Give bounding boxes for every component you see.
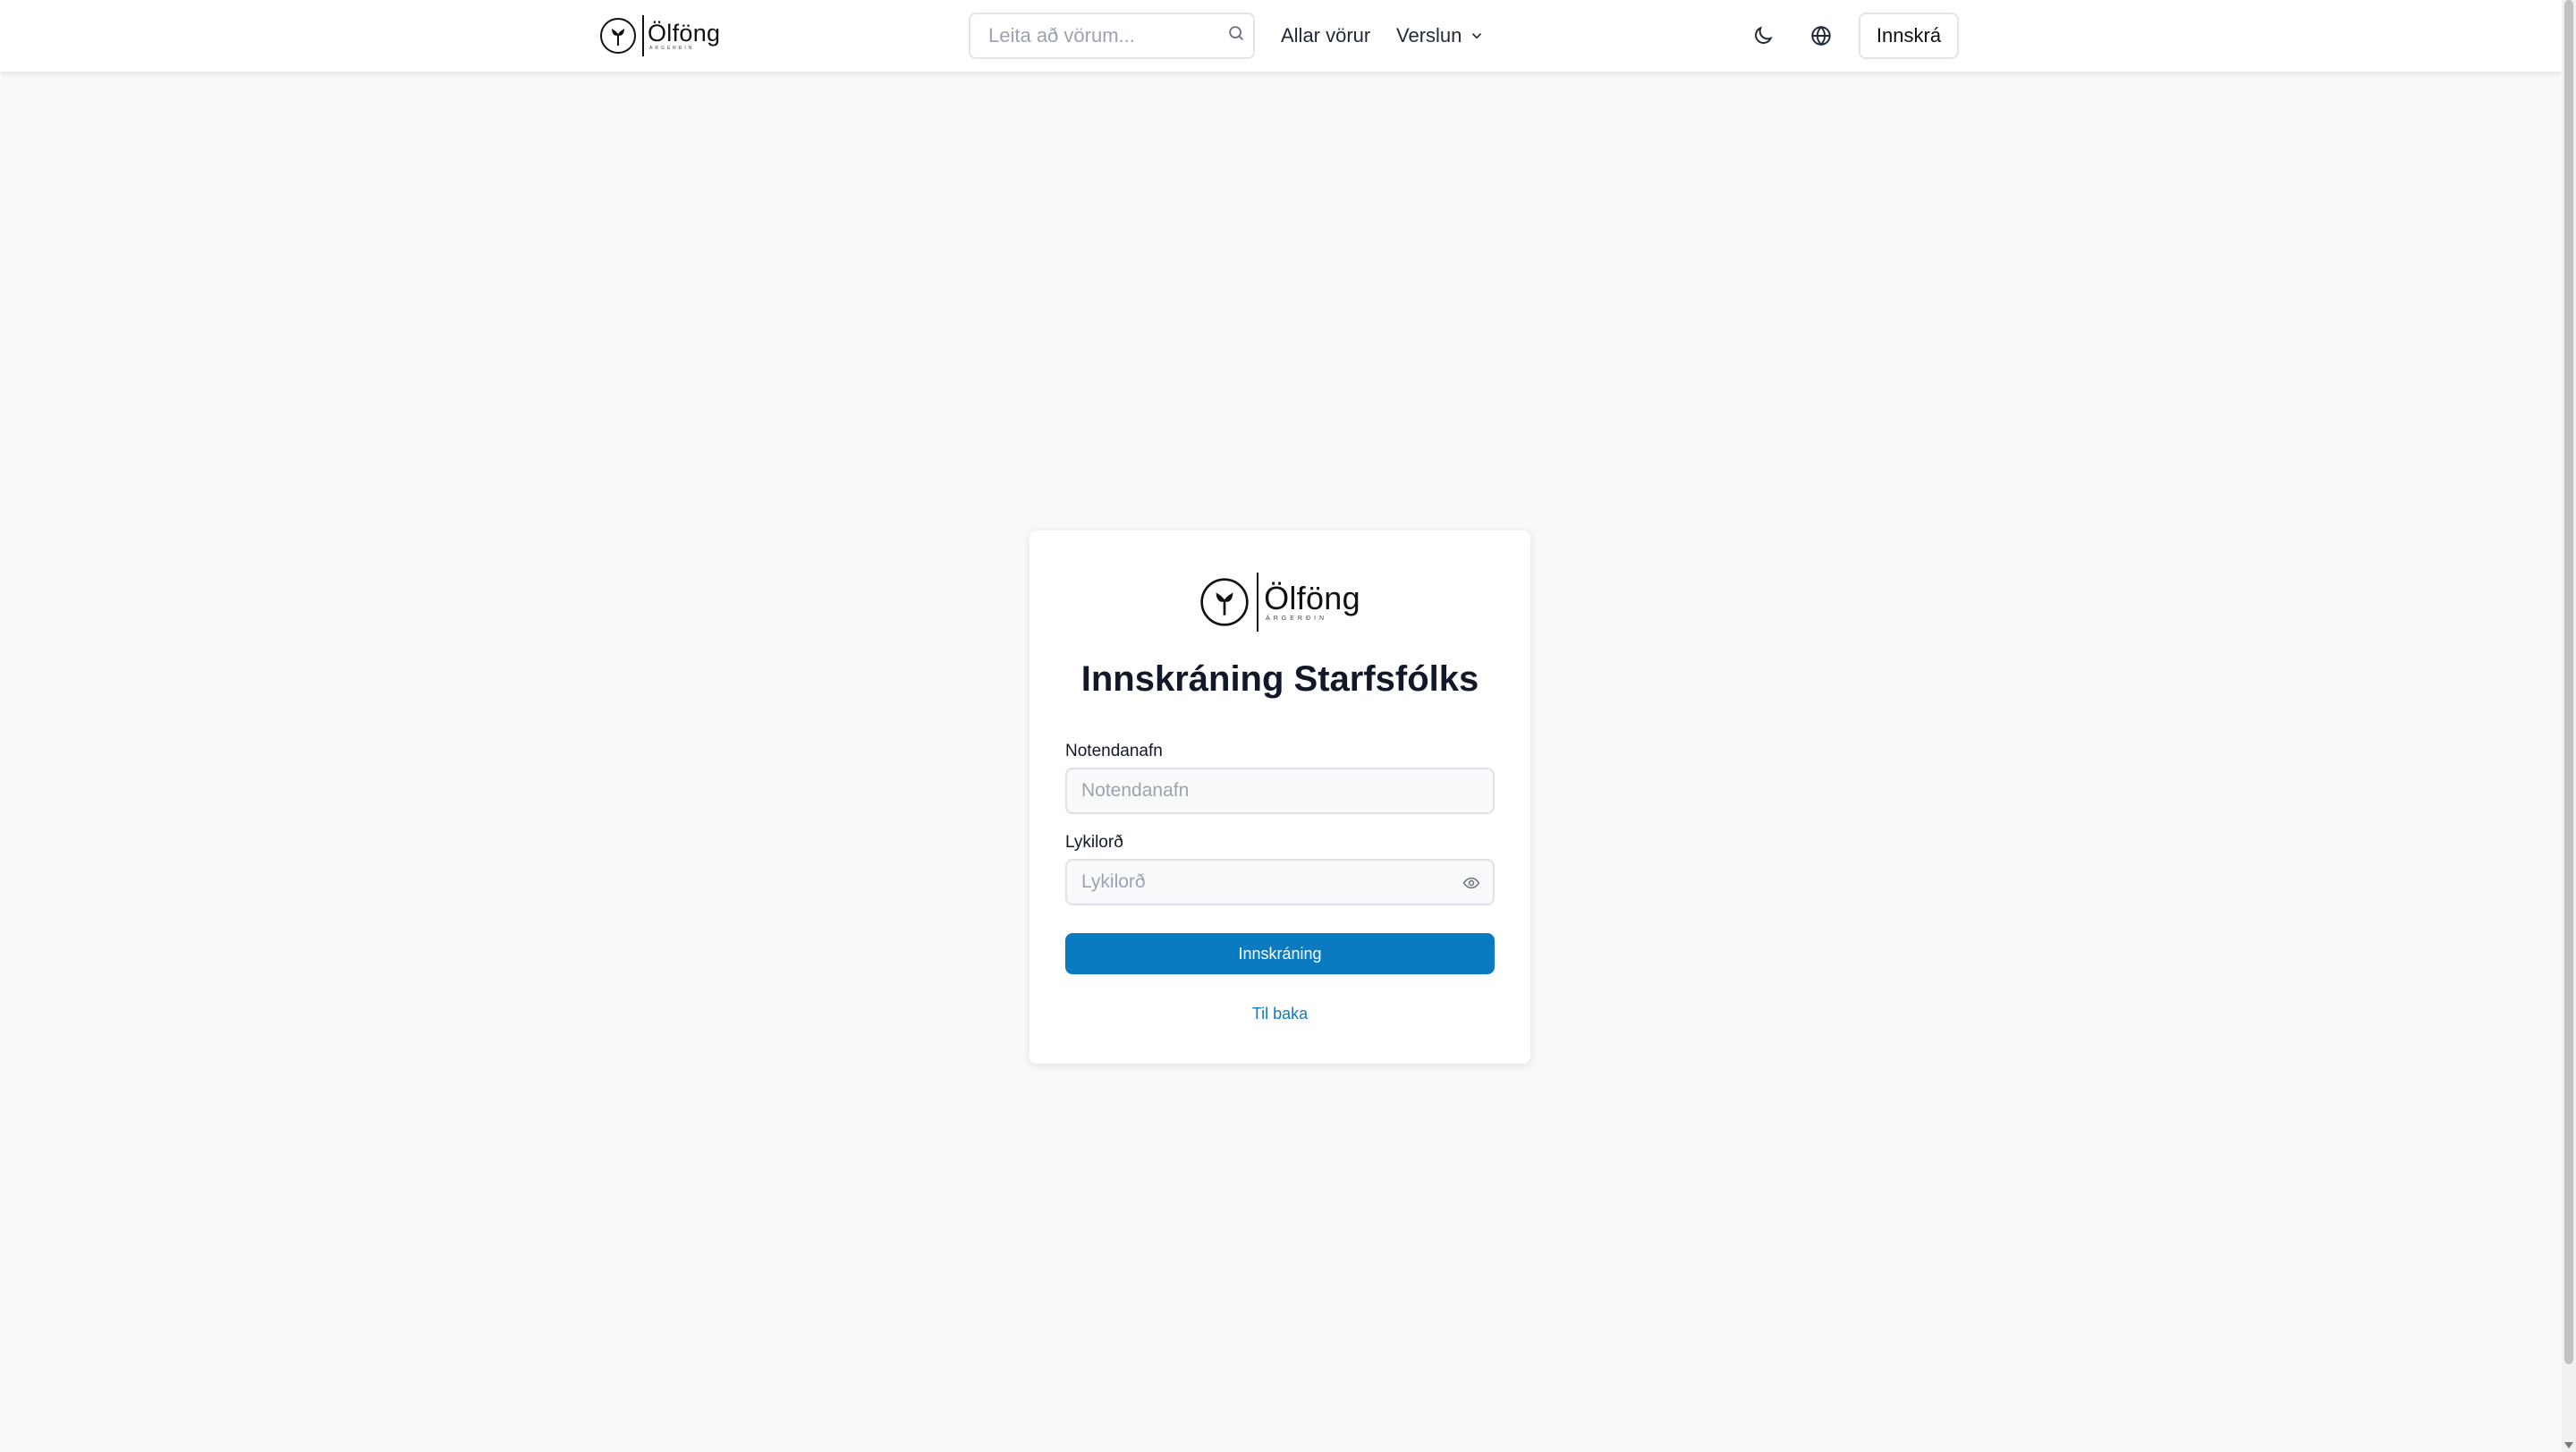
language-button[interactable]	[1803, 18, 1839, 54]
scrollbar-thumb[interactable]	[2564, 0, 2573, 1364]
staff-login-card: Ölföng ÁRGERÐIN Innskráning Starfsfólks …	[1030, 531, 1530, 1064]
moon-icon	[1755, 26, 1773, 44]
scroll-down-arrow-icon[interactable]	[2564, 1442, 2573, 1448]
nav-store-dropdown[interactable]: Verslun	[1396, 21, 1485, 50]
submit-login-button[interactable]: Innskráning	[1065, 933, 1495, 974]
eye-icon[interactable]	[1462, 874, 1480, 892]
password-input[interactable]	[1081, 871, 1479, 893]
brand-text: Ölföng ÁRGERÐIN	[1264, 582, 1360, 623]
brand-logo-icon	[1200, 578, 1249, 626]
theme-toggle-button[interactable]	[1745, 18, 1781, 54]
login-button[interactable]: Innskrá	[1859, 13, 1959, 59]
username-label: Notendanafn	[1065, 742, 1163, 760]
chevron-down-icon	[1472, 33, 1482, 39]
password-label: Lykilorð	[1065, 833, 1123, 852]
page-title: Innskráning Starfsfólks	[1080, 659, 1479, 699]
nav-store-label: Verslun	[1396, 24, 1462, 47]
page: Ölföng ÁRGERÐIN Allar vörur Verslun	[0, 0, 2576, 1452]
search-input[interactable]	[988, 24, 1239, 47]
top-navbar: Ölföng ÁRGERÐIN Allar vörur Verslun	[0, 0, 2562, 72]
search-icon[interactable]	[1226, 23, 1246, 43]
back-link[interactable]: Til baka	[1030, 1005, 1530, 1023]
brand-logo[interactable]: Ölföng ÁRGERÐIN	[599, 13, 720, 58]
username-input[interactable]	[1081, 780, 1479, 802]
username-field	[1065, 768, 1495, 814]
brand-logo-icon	[600, 18, 636, 54]
card-brand-logo: Ölföng ÁRGERÐIN	[1030, 570, 1530, 634]
brand-divider	[642, 15, 644, 56]
nav-all-products[interactable]: Allar vörur	[1281, 21, 1370, 50]
brand-text: Ölföng ÁRGERÐIN	[648, 21, 720, 51]
brand-name: Ölföng	[1264, 580, 1360, 616]
brand-tagline: ÁRGERÐIN	[1266, 616, 1328, 622]
brand-tagline: ÁRGERÐIN	[649, 46, 695, 51]
password-field	[1065, 859, 1495, 905]
search-box	[969, 13, 1255, 59]
globe-icon	[1811, 25, 1831, 47]
brand-divider	[1257, 573, 1259, 632]
scrollbar[interactable]	[2562, 0, 2576, 1452]
brand-name: Ölföng	[648, 20, 721, 47]
